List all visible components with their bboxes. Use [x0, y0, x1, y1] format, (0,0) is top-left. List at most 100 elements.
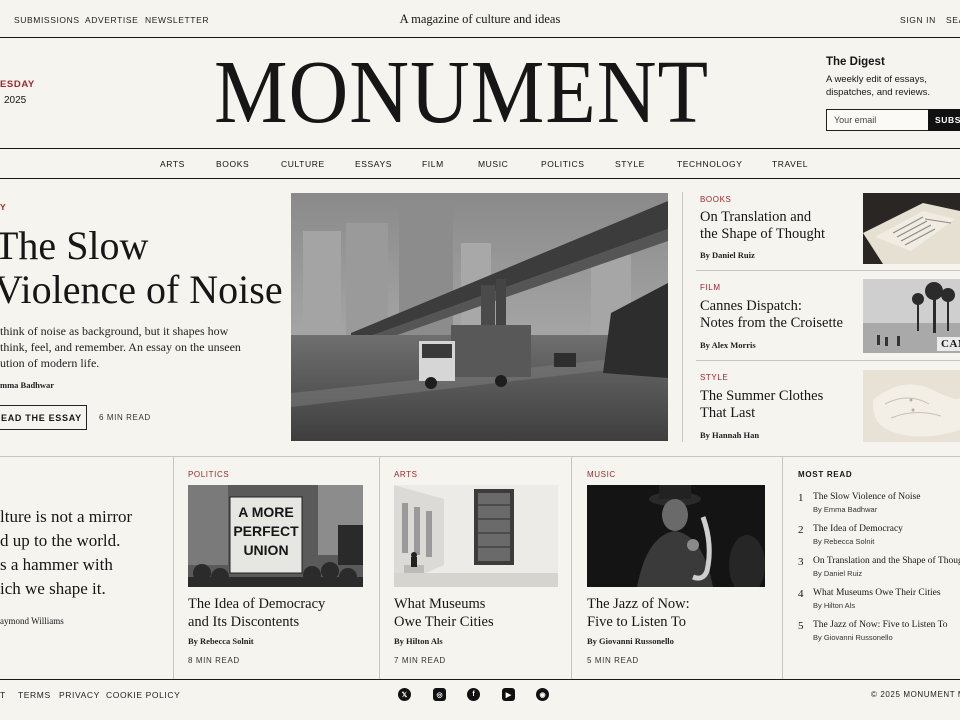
x-icon[interactable]: 𝕏 [398, 688, 411, 701]
nav-culture[interactable]: CULTURE [281, 159, 325, 169]
read-essay-button[interactable]: EAD THE ESSAY [0, 405, 87, 430]
tagline: A magazine of culture and ideas [399, 12, 561, 26]
side-story-image-books[interactable] [863, 193, 960, 264]
side-story-title-line: Notes from the Croisette [700, 315, 843, 331]
footer-link-cookie-policy[interactable]: COOKIE POLICY [106, 690, 180, 700]
side-story-title[interactable]: On Translation and the Shape of Thought [700, 209, 825, 243]
instagram-icon[interactable]: ◎ [433, 688, 446, 701]
card-read-time: 5 MIN READ [587, 656, 639, 665]
divider [0, 148, 960, 149]
card-title-line: What Museums [394, 596, 486, 612]
most-read-number: 5 [798, 620, 804, 632]
side-story-image-text: CAN [941, 338, 960, 350]
divider [173, 457, 174, 679]
digest-text: A weekly edit of essays, dispatches, and… [826, 74, 931, 98]
hero-dek-line: think, feel, and remember. An essay on t… [0, 340, 241, 354]
most-read-byline: By Hilton Als [813, 601, 856, 610]
hero-image[interactable] [291, 193, 668, 441]
search-link[interactable]: SEA [946, 15, 960, 25]
nav-film[interactable]: FILM [422, 159, 444, 169]
hero-title-line1[interactable]: The Slow [0, 224, 148, 268]
nav-travel[interactable]: TRAVEL [772, 159, 808, 169]
divider [0, 456, 960, 457]
nav-music[interactable]: MUSIC [478, 159, 508, 169]
most-read-title[interactable]: What Museums Owe Their Cities [813, 588, 941, 598]
card-title-line: The Jazz of Now: [587, 596, 690, 612]
divider [0, 178, 960, 179]
hero-dek-line: think of noise as background, but it sha… [0, 324, 229, 338]
card-title-line: The Idea of Democracy [188, 596, 326, 612]
quote-line: ich we shape it. [0, 579, 106, 598]
subscribe-button[interactable]: SUBS [928, 109, 960, 131]
divider [696, 270, 960, 271]
hero-kicker: Y [0, 202, 7, 212]
card-title[interactable]: The Idea of Democracy and Its Discontent… [188, 596, 325, 631]
side-story-byline: By Alex Morris [700, 340, 756, 350]
most-read-title[interactable]: The Idea of Democracy [813, 524, 903, 534]
divider [682, 192, 683, 442]
divider [379, 457, 380, 679]
card-image-museum[interactable] [394, 485, 558, 587]
quote-author: aymond Williams [0, 616, 64, 626]
card-section: MUSIC [587, 470, 616, 479]
divider [782, 457, 783, 679]
most-read-byline: By Daniel Ruiz [813, 569, 863, 578]
side-story-image-style[interactable] [863, 370, 960, 442]
email-field[interactable]: Your email [826, 109, 929, 131]
nav-technology[interactable]: TECHNOLOGY [677, 159, 743, 169]
side-story-image-film[interactable]: CAN [863, 279, 960, 353]
nav-arts[interactable]: ARTS [160, 159, 185, 169]
divider [0, 679, 960, 680]
side-story-byline: By Daniel Ruiz [700, 250, 755, 260]
hero-title-line2[interactable]: Violence of Noise [0, 268, 283, 312]
most-read-number: 1 [798, 492, 804, 504]
card-read-time: 8 MIN READ [188, 656, 240, 665]
hero-dek: think of noise as background, but it sha… [0, 323, 241, 371]
nav-politics[interactable]: POLITICS [541, 159, 585, 169]
most-read-byline: By Rebecca Solnit [813, 537, 875, 546]
side-story-title[interactable]: Cannes Dispatch: Notes from the Croisett… [700, 298, 843, 332]
rss-icon[interactable]: ◉ [536, 688, 549, 701]
side-story-section: STYLE [700, 373, 729, 382]
most-read-title[interactable]: The Slow Violence of Noise [813, 492, 920, 502]
card-byline: By Giovanni Russonello [587, 636, 674, 646]
most-read-byline: By Emma Badhwar [813, 505, 878, 514]
card-byline: By Hilton Als [394, 636, 443, 646]
card-title[interactable]: What Museums Owe Their Cities [394, 596, 494, 631]
footer-link[interactable]: T [0, 690, 6, 700]
nav-essays[interactable]: ESSAYS [355, 159, 392, 169]
footer-link-terms[interactable]: TERMS [18, 690, 51, 700]
most-read-title[interactable]: On Translation and the Shape of Though [813, 556, 960, 566]
logo[interactable]: MONUMENT [214, 48, 709, 138]
email-placeholder: Your email [834, 115, 877, 125]
sign-in-link[interactable]: SIGN IN [900, 15, 936, 25]
footer-link-privacy[interactable]: PRIVACY [59, 690, 100, 700]
most-read-number: 2 [798, 524, 804, 536]
facebook-icon[interactable]: f [467, 688, 480, 701]
divider [0, 37, 960, 38]
side-story-title-line: On Translation and [700, 209, 812, 225]
protest-sign-line: UNION [243, 542, 289, 558]
card-section: POLITICS [188, 470, 230, 479]
card-image-jazz[interactable] [587, 485, 765, 587]
side-story-title[interactable]: The Summer Clothes That Last [700, 388, 823, 422]
side-story-title-line: That Last [700, 405, 756, 421]
nav-style[interactable]: STYLE [615, 159, 645, 169]
quote-line: s a hammer with [0, 555, 113, 574]
youtube-icon[interactable]: ▶ [502, 688, 515, 701]
card-image-protest[interactable]: A MORE PERFECT UNION [188, 485, 363, 587]
card-title[interactable]: The Jazz of Now: Five to Listen To [587, 596, 690, 631]
card-section: ARTS [394, 470, 418, 479]
side-story-byline: By Hannah Han [700, 430, 760, 440]
protest-sign-text: A MORE PERFECT UNION [232, 503, 300, 560]
side-story-section: FILM [700, 283, 721, 292]
quote-text: lture is not a mirror d up to the world.… [0, 505, 132, 601]
divider [696, 360, 960, 361]
card-title-line: and Its Discontents [188, 613, 300, 630]
side-story-title-line: Cannes Dispatch: [700, 298, 802, 314]
quote-line: d up to the world. [0, 531, 121, 550]
most-read-number: 3 [798, 556, 804, 568]
nav-books[interactable]: BOOKS [216, 159, 249, 169]
most-read-title[interactable]: The Jazz of Now: Five to Listen To [813, 620, 948, 630]
protest-sign-line: PERFECT [233, 523, 299, 539]
